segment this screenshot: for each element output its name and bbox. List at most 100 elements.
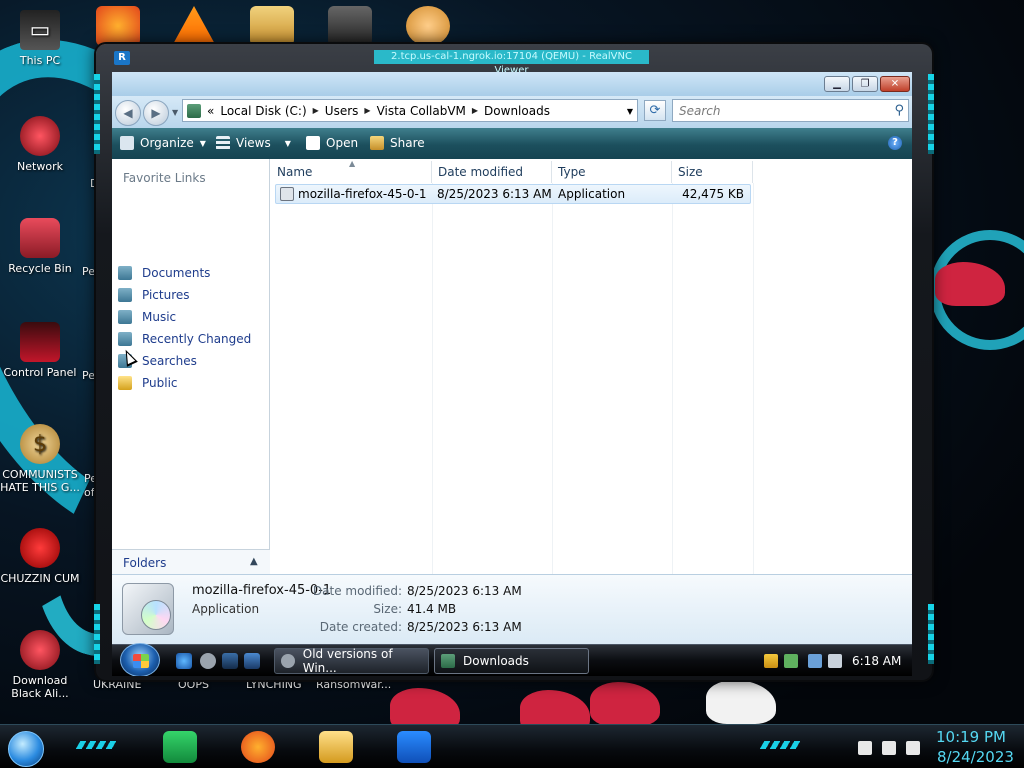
- host-clock-date[interactable]: 8/24/2023: [937, 748, 1014, 766]
- sort-ascending-icon: ▲: [349, 159, 356, 168]
- views-button[interactable]: Views ▼: [216, 136, 291, 150]
- file-list[interactable]: ▲ Name Date modified Type Size mozilla-f…: [271, 159, 912, 574]
- forward-arrow-icon: ▶: [151, 106, 161, 120]
- details-created-value: 8/25/2023 6:13 AM: [407, 620, 522, 634]
- frame-decoration: [928, 604, 934, 664]
- network-tray-icon[interactable]: [808, 654, 822, 668]
- breadcrumb-local-disk[interactable]: Local Disk (C:): [220, 104, 306, 118]
- recycle-bin-icon: [20, 218, 60, 258]
- share-button[interactable]: Share: [370, 136, 425, 150]
- desktop-icon-label: This PC: [19, 54, 61, 67]
- desktop-icon-label-partial: Pe: [82, 265, 96, 278]
- host-clock-time[interactable]: 10:19 PM: [936, 728, 1006, 746]
- details-modified-value: 8/25/2023 6:13 AM: [407, 584, 522, 598]
- search-input[interactable]: Search ⚲: [672, 99, 909, 122]
- volume-icon[interactable]: [906, 741, 920, 755]
- open-button[interactable]: Open: [306, 136, 358, 150]
- nav-item-label: Recently Changed: [142, 332, 252, 346]
- desktop-icon-label: Control Panel: [3, 366, 77, 379]
- host-start-button[interactable]: [8, 731, 44, 767]
- application-icon: [280, 187, 294, 201]
- back-button[interactable]: ◀: [115, 100, 141, 126]
- taskbar-decoration: [759, 741, 803, 749]
- nav-item-label: Documents: [142, 266, 211, 280]
- security-shield-icon[interactable]: [764, 654, 778, 668]
- desktop-icon-network[interactable]: Network: [0, 116, 80, 173]
- desktop-icon-recycle-bin[interactable]: Recycle Bin: [0, 218, 80, 275]
- open-label: Open: [326, 136, 359, 150]
- desktop-icon-download-black[interactable]: Download Black Ali...: [0, 630, 80, 700]
- column-header-type[interactable]: Type: [552, 161, 672, 183]
- breadcrumb-arrow-icon[interactable]: ▶: [364, 106, 370, 115]
- nav-item-label: Public: [142, 376, 178, 390]
- person-desktop-icon[interactable]: [406, 6, 450, 46]
- breadcrumb-vista-collabvm[interactable]: Vista CollabVM: [377, 104, 466, 118]
- remote-screen[interactable]: ▁ ❐ ✕ ◀ ▶ ▼ « Local Disk (C:) ▶ Users ▶ …: [112, 72, 912, 676]
- desktop-icon-this-pc[interactable]: ▭ This PC: [0, 10, 80, 67]
- address-dropdown-icon[interactable]: ▼: [627, 107, 633, 116]
- app-quicklaunch-icon[interactable]: [200, 653, 216, 669]
- column-header-date-modified[interactable]: Date modified: [432, 161, 552, 183]
- column-header-label: Size: [678, 165, 703, 179]
- nav-item-documents[interactable]: Documents: [118, 264, 210, 282]
- refresh-button[interactable]: ⟳: [644, 100, 666, 121]
- desktop-icon-control-panel[interactable]: Control Panel: [0, 322, 80, 379]
- firefox-desktop-icon[interactable]: [96, 6, 140, 46]
- table-row[interactable]: mozilla-firefox-45-0-1 8/25/2023 6:13 AM…: [275, 184, 751, 204]
- network-icon[interactable]: [882, 741, 896, 755]
- desktop-icon-chuzzin[interactable]: CHUZZIN CUM: [0, 528, 80, 585]
- help-icon[interactable]: ?: [888, 136, 902, 150]
- taskbar-button-downloads[interactable]: Downloads: [434, 648, 589, 674]
- open-icon: [306, 136, 320, 150]
- minimize-button[interactable]: ▁: [824, 76, 850, 92]
- realvnc-taskbar-icon[interactable]: [397, 731, 431, 763]
- address-overflow[interactable]: «: [207, 104, 214, 118]
- breadcrumb-downloads[interactable]: Downloads: [484, 104, 550, 118]
- hxd-desktop-icon[interactable]: [250, 6, 294, 46]
- wallpaper-shoe: [706, 680, 776, 724]
- explorer-title-bar[interactable]: ▁ ❐ ✕: [112, 72, 912, 96]
- nav-item-music[interactable]: Music: [118, 308, 176, 326]
- realvnc-logo-icon: R: [114, 51, 130, 65]
- close-button[interactable]: ✕: [880, 76, 910, 92]
- breadcrumb-arrow-icon[interactable]: ▶: [472, 106, 478, 115]
- control-panel-icon: [20, 322, 60, 362]
- folders-toggle[interactable]: Folders ▲: [112, 549, 270, 575]
- maximize-button[interactable]: ❐: [852, 76, 878, 92]
- firefox-taskbar-icon[interactable]: [241, 731, 275, 763]
- details-created-label: Date created:: [319, 620, 402, 634]
- nav-item-pictures[interactable]: Pictures: [118, 286, 190, 304]
- nav-item-label: Searches: [142, 354, 197, 368]
- music-folder-icon: [118, 310, 132, 324]
- action-center-icon[interactable]: [858, 741, 872, 755]
- nav-item-public[interactable]: Public: [118, 374, 178, 392]
- share-label: Share: [390, 136, 425, 150]
- pictures-folder-icon: [118, 288, 132, 302]
- show-desktop-icon[interactable]: [222, 653, 238, 669]
- file-explorer-taskbar-icon[interactable]: [319, 731, 353, 763]
- desktop-icon-label: Network: [17, 160, 63, 173]
- column-header-size[interactable]: Size: [672, 161, 753, 183]
- forward-button[interactable]: ▶: [143, 100, 169, 126]
- search-icon[interactable]: ⚲: [894, 103, 904, 118]
- folder-icon: [441, 654, 455, 668]
- nav-item-recently-changed[interactable]: Recently Changed: [118, 330, 251, 348]
- remote-start-button[interactable]: [120, 643, 160, 676]
- breadcrumb-users[interactable]: Users: [325, 104, 359, 118]
- recent-pages-chevron-icon[interactable]: ▼: [172, 108, 178, 117]
- spotify-taskbar-icon[interactable]: [163, 731, 197, 763]
- remote-clock[interactable]: 6:18 AM: [852, 654, 901, 668]
- column-header-name[interactable]: ▲ Name: [271, 159, 432, 183]
- update-icon[interactable]: [784, 654, 798, 668]
- address-bar[interactable]: « Local Disk (C:) ▶ Users ▶ Vista Collab…: [182, 99, 638, 122]
- switch-windows-icon[interactable]: [244, 653, 260, 669]
- taskbar-button-old-versions[interactable]: Old versions of Win...: [274, 647, 429, 675]
- desktop-icon-communists[interactable]: $ COMMUNISTS HATE THIS G...: [0, 424, 80, 494]
- network-icon: [20, 116, 60, 156]
- internet-explorer-icon[interactable]: [176, 653, 192, 669]
- breadcrumb-arrow-icon[interactable]: ▶: [313, 106, 319, 115]
- app-desktop-icon[interactable]: [328, 6, 372, 46]
- volume-muted-icon[interactable]: [828, 654, 842, 668]
- chevron-down-icon: ▼: [284, 138, 291, 148]
- organize-button[interactable]: Organize ▼: [120, 136, 206, 150]
